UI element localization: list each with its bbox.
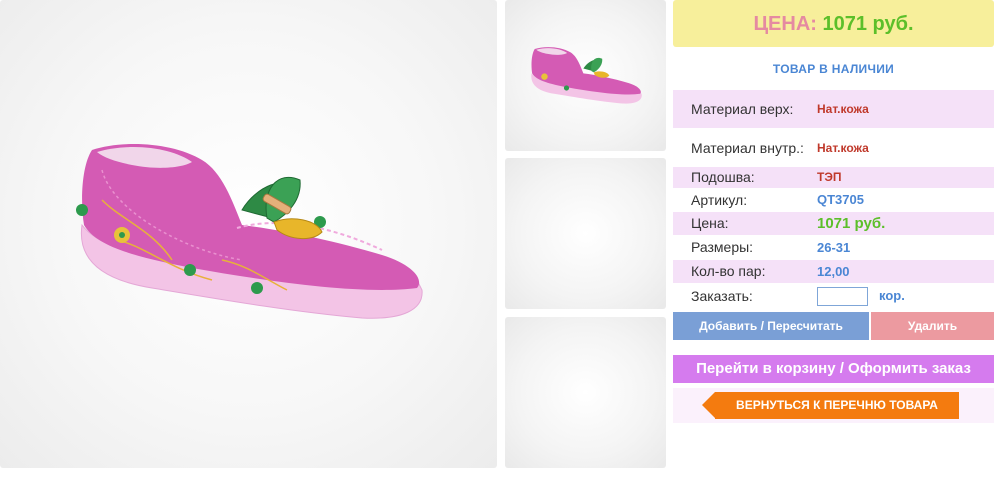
- spec-value: 26-31: [817, 240, 851, 255]
- spec-row-sole: Подошва: ТЭП: [673, 167, 994, 188]
- add-recalculate-button[interactable]: Добавить / Пересчитать: [673, 312, 869, 340]
- spec-label: Артикул:: [691, 192, 748, 208]
- spec-row-sizes: Размеры: 26-31: [673, 236, 994, 259]
- spec-value: Нат.кожа: [817, 141, 869, 155]
- spec-value: QT3705: [817, 192, 864, 207]
- spec-value: 1071 руб.: [817, 215, 886, 232]
- spec-row-price: Цена: 1071 руб.: [673, 212, 994, 235]
- order-quantity-input[interactable]: [817, 287, 868, 306]
- back-button-area: ВЕРНУТЬСЯ К ПЕРЕЧНЮ ТОВАРА: [673, 388, 994, 423]
- spec-label: Размеры:: [691, 239, 754, 255]
- spec-label: Цена:: [691, 215, 729, 231]
- price-value: 1071 руб.: [822, 13, 914, 35]
- spec-value: 12,00: [817, 264, 850, 279]
- spec-row-upper-material: Материал верх: Нат.кожа: [673, 90, 994, 128]
- spec-row-pairs: Кол-во пар: 12,00: [673, 260, 994, 283]
- shoe-thumbnail-illustration: [531, 47, 642, 104]
- thumbnail-3[interactable]: [505, 317, 666, 468]
- order-row: Заказать: кор.: [673, 285, 994, 307]
- thumbnail-2[interactable]: [505, 158, 666, 309]
- spec-value: Нат.кожа: [817, 102, 869, 116]
- thumbnail-1[interactable]: [505, 0, 666, 151]
- spec-row-inner-material: Материал внутр.: Нат.кожа: [673, 128, 994, 166]
- main-product-image[interactable]: [0, 0, 497, 468]
- stock-status: ТОВАР В НАЛИЧИИ: [772, 62, 895, 76]
- price-header: ЦЕНА: 1071 руб.: [673, 0, 994, 47]
- spec-label: Подошва:: [691, 169, 755, 185]
- spec-label: Материал внутр.:: [691, 140, 804, 156]
- spec-value: ТЭП: [817, 170, 842, 184]
- price-label: ЦЕНА:: [753, 13, 817, 35]
- go-to-cart-button[interactable]: Перейти в корзину / Оформить заказ: [673, 355, 994, 383]
- order-label: Заказать:: [691, 288, 753, 304]
- spec-row-article: Артикул: QT3705: [673, 189, 994, 211]
- delete-button[interactable]: Удалить: [871, 312, 994, 340]
- shoe-illustration: [76, 144, 423, 319]
- back-to-list-button[interactable]: ВЕРНУТЬСЯ К ПЕРЕЧНЮ ТОВАРА: [702, 392, 959, 419]
- spec-label: Материал верх:: [691, 101, 794, 117]
- order-unit: кор.: [879, 288, 905, 303]
- spec-label: Кол-во пар:: [691, 263, 766, 279]
